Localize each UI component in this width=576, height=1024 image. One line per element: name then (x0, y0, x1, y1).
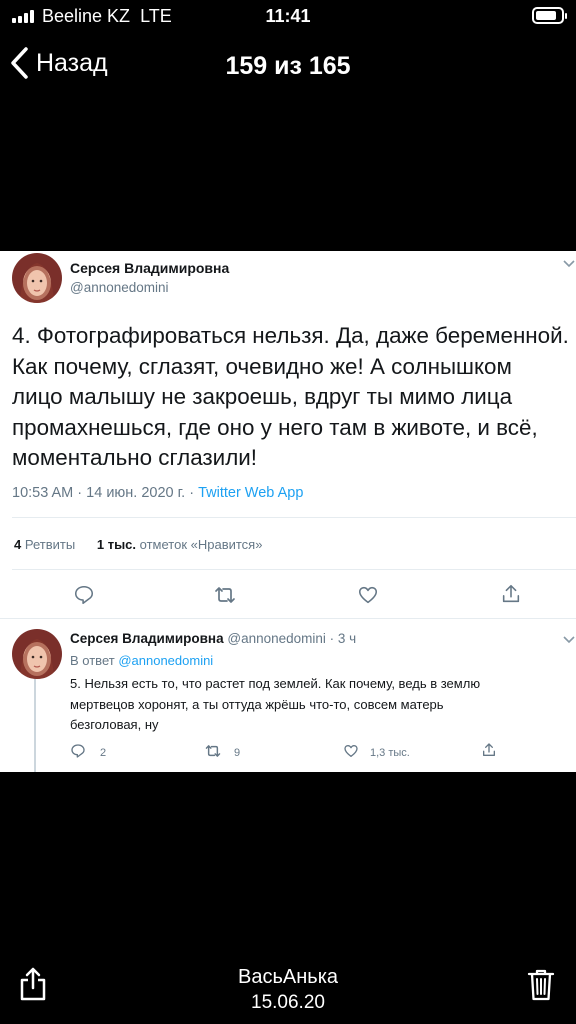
reply-line: мертвецов хоронят, а ты оттуда жрёшь что… (70, 696, 444, 712)
tweet-line: Как почему, сглазят, очевидно же! А солн… (12, 353, 512, 379)
reply-prefix: В ответ (70, 653, 115, 668)
battery-icon (532, 7, 567, 24)
reply-line: 5. Нельзя есть то, что растет под землей… (70, 676, 481, 691)
bottom-toolbar: ВасьАнька 15.06.20 (0, 950, 576, 1024)
share-tweet-icon[interactable] (500, 583, 522, 605)
retweets-label: Ретвиты (24, 537, 76, 552)
reply-retweets-count: 9 (234, 747, 241, 759)
reply-icon[interactable] (70, 743, 86, 759)
thread-line (34, 679, 36, 772)
likes-count: 1 тыс. (96, 537, 137, 552)
tweet-line: моментально сглазили! (12, 445, 257, 470)
retweets-stat[interactable]: 4 Ретвиты (14, 537, 75, 552)
retweet-icon[interactable] (213, 584, 237, 606)
divider (12, 569, 576, 570)
tweet-source[interactable]: Twitter Web App (198, 485, 303, 501)
reply-author-name[interactable]: Серсея Владимировна (70, 631, 224, 646)
share-tweet-icon[interactable] (481, 742, 497, 758)
tweet-line: 4. Фотографироваться нельзя. Да, даже бе… (12, 323, 569, 348)
divider (0, 618, 576, 619)
heart-icon[interactable] (343, 743, 359, 759)
tweet-metadata: 10:53 AM · 14 июн. 2020 г. · Twitter Web… (12, 485, 304, 501)
tweet-date[interactable]: 14 июн. 2020 г. (86, 485, 185, 501)
reply-avatar (12, 629, 62, 679)
reply-likes-count: 1,3 тыс. (370, 747, 410, 759)
divider (12, 517, 576, 518)
author-name[interactable]: Серсея Владимировна (70, 260, 229, 276)
retweets-count: 4 (14, 537, 22, 552)
reply-line: безголовая, ну (70, 717, 159, 732)
reply-text: 5. Нельзя есть то, что растет под землей… (70, 674, 560, 736)
reply-age[interactable]: 3 ч (338, 631, 356, 646)
message-date: 15.06.20 (251, 992, 325, 1013)
sender-name: ВасьАнька (238, 966, 338, 988)
tweet-time[interactable]: 10:53 AM (12, 485, 73, 501)
chevron-down-icon[interactable] (562, 635, 576, 645)
reply-author-handle[interactable]: @annonedomini (227, 631, 326, 646)
reply-replies-count: 2 (100, 747, 107, 759)
chevron-down-icon[interactable] (562, 259, 576, 269)
reply-author-line: Серсея Владимировна @annonedomini · 3 ч (70, 631, 357, 646)
tweet-screenshot: Серсея Владимировна @annonedomini 4. Фот… (0, 251, 576, 772)
author-handle[interactable]: @annonedomini (70, 280, 169, 295)
tweet-line: промахнешься, где оно у него там в живот… (12, 414, 538, 440)
status-time: 11:41 (265, 6, 311, 26)
retweet-icon[interactable] (204, 743, 222, 759)
photo-counter: 159 из 165 (225, 52, 351, 80)
trash-icon[interactable] (526, 968, 556, 1002)
likes-stat[interactable]: 1 тыс. отметок «Нравится» (97, 537, 263, 552)
heart-icon[interactable] (357, 584, 379, 606)
battery-level (536, 11, 557, 20)
status-bar: Beeline KZ LTE 11:41 (0, 0, 576, 34)
tweet-line: лицо малышу не закроешь, вдруг ты мимо л… (12, 384, 513, 409)
reply-icon[interactable] (73, 584, 95, 606)
reply-mention[interactable]: @annonedomini (118, 653, 213, 668)
tweet-text: 4. Фотографироваться нельзя. Да, даже бе… (12, 321, 574, 474)
tweet-stats: 4 Ретвиты 1 тыс. отметок «Нравится» (14, 537, 262, 552)
navigation-bar: Назад 159 из 165 (0, 40, 576, 90)
avatar (12, 253, 62, 303)
likes-label: отметок «Нравится» (139, 537, 263, 552)
reply-to-line: В ответ @annonedomini (70, 653, 213, 668)
